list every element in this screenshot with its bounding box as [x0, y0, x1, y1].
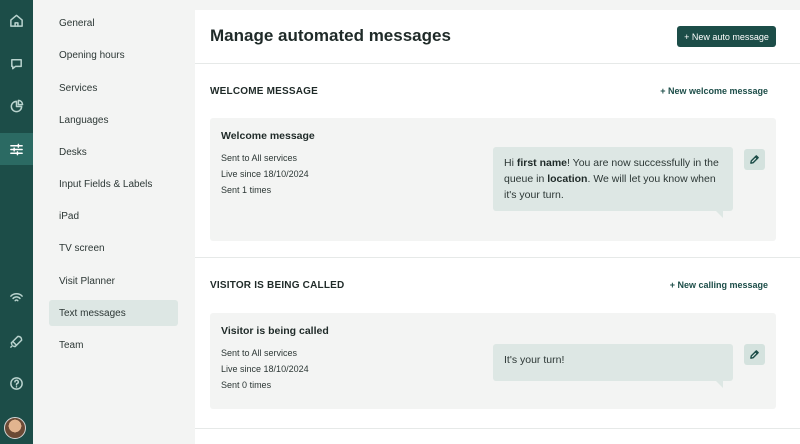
sent-unit: times: [249, 185, 272, 195]
subnav-item-input-fields[interactable]: Input Fields & Labels: [49, 171, 178, 197]
live-since-value: 18/10/2024: [263, 169, 309, 179]
live-since-value: 18/10/2024: [263, 364, 309, 374]
pencil-icon: [750, 350, 759, 359]
message-preview-bubble: It's your turn!: [493, 344, 733, 388]
subnav-item-label: Services: [59, 82, 98, 94]
pencil-icon: [750, 155, 759, 164]
visitor-called-section: VISITOR IS BEING CALLED + New calling me…: [195, 259, 800, 429]
live-since-label: Live since: [221, 169, 262, 179]
icon-rail: [0, 0, 33, 444]
message-card: Visitor is being called Sent to All serv…: [210, 313, 776, 409]
edit-message-button[interactable]: [744, 149, 765, 170]
wifi-icon[interactable]: [0, 281, 33, 313]
edit-message-button[interactable]: [744, 344, 765, 365]
card-title: Welcome message: [221, 130, 315, 142]
sent-to-value: All services: [251, 348, 298, 358]
sent-to-line: Sent to All services: [221, 153, 297, 163]
subnav-item-label: Input Fields & Labels: [59, 178, 153, 190]
message-text: It's your turn!: [504, 354, 565, 366]
sent-label: Sent: [221, 185, 240, 195]
live-since-line: Live since 18/10/2024: [221, 364, 309, 374]
sent-to-label: Sent to: [221, 153, 250, 163]
sent-count: 0: [242, 380, 248, 390]
subnav-item-visit-planner[interactable]: Visit Planner: [49, 268, 178, 294]
live-since-label: Live since: [221, 364, 262, 374]
live-since-line: Live since 18/10/2024: [221, 169, 309, 179]
placeholder-location: location: [547, 173, 588, 185]
subnav-item-label: Languages: [59, 114, 109, 126]
page-header: Manage automated messages + New auto mes…: [195, 10, 800, 64]
subnav-item-label: Team: [59, 339, 84, 351]
message-card: Welcome message Sent to All services Liv…: [210, 118, 776, 241]
sent-to-line: Sent to All services: [221, 348, 297, 358]
subnav-item-services[interactable]: Services: [49, 75, 178, 101]
subnav-item-general[interactable]: General: [49, 10, 178, 36]
pie-chart-icon[interactable]: [0, 90, 33, 122]
main-panel: Manage automated messages + New auto mes…: [195, 10, 800, 444]
settings-subnav: General Opening hours Services Languages…: [33, 0, 193, 444]
sent-unit: times: [249, 380, 272, 390]
subnav-item-ipad[interactable]: iPad: [49, 203, 178, 229]
new-calling-message-link[interactable]: + New calling message: [670, 280, 768, 290]
subnav-item-opening-hours[interactable]: Opening hours: [49, 42, 178, 68]
message-text: Hi: [504, 157, 517, 169]
sent-count-line: Sent 0 times: [221, 380, 271, 390]
card-title: Visitor is being called: [221, 325, 329, 337]
subnav-item-label: General: [59, 17, 95, 29]
rocket-icon[interactable]: [0, 325, 33, 357]
subnav-item-desks[interactable]: Desks: [49, 139, 178, 165]
sent-count: 1: [242, 185, 248, 195]
subnav-item-label: Text messages: [59, 307, 126, 319]
sent-to-value: All services: [251, 153, 298, 163]
new-auto-message-button[interactable]: + New auto message: [677, 26, 776, 47]
placeholder-first-name: first name: [516, 157, 568, 169]
help-icon[interactable]: [0, 367, 33, 399]
sent-count-line: Sent 1 times: [221, 185, 271, 195]
subnav-item-label: Opening hours: [59, 49, 125, 61]
avatar[interactable]: [4, 417, 26, 439]
subnav-item-label: TV screen: [59, 242, 105, 254]
subnav-item-tv-screen[interactable]: TV screen: [49, 235, 178, 261]
welcome-message-section: WELCOME MESSAGE + New welcome message We…: [195, 65, 800, 258]
page-title: Manage automated messages: [210, 26, 451, 45]
new-welcome-message-link[interactable]: + New welcome message: [660, 86, 768, 96]
subnav-item-text-messages[interactable]: Text messages: [49, 300, 178, 326]
subnav-item-languages[interactable]: Languages: [49, 107, 178, 133]
section-title: VISITOR IS BEING CALLED: [210, 280, 345, 291]
chat-icon[interactable]: [0, 47, 33, 79]
subnav-item-label: Visit Planner: [59, 275, 115, 287]
home-icon[interactable]: [0, 4, 33, 36]
sent-label: Sent: [221, 380, 240, 390]
subnav-item-team[interactable]: Team: [49, 332, 178, 358]
subnav-item-label: Desks: [59, 146, 87, 158]
subnav-item-label: iPad: [59, 210, 80, 222]
sent-to-label: Sent to: [221, 348, 250, 358]
message-preview-bubble: Hi first name! You are now successfully …: [493, 147, 733, 218]
sliders-icon[interactable]: [0, 133, 33, 165]
section-title: WELCOME MESSAGE: [210, 86, 319, 97]
